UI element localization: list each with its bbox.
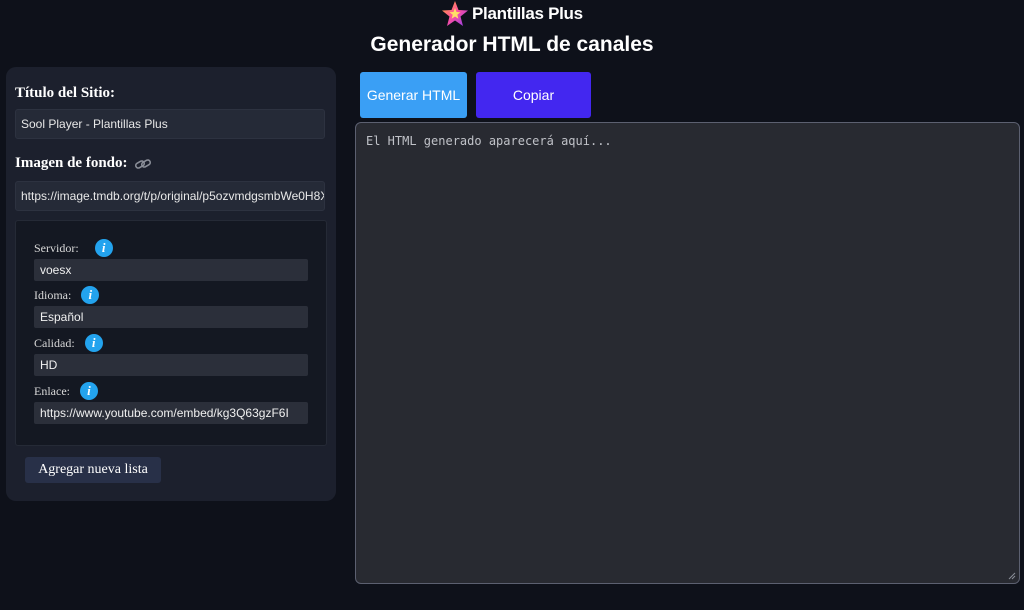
header: Plantillas Plus Generador HTML de canale… <box>0 0 1024 62</box>
site-title-label: Título del Sitio: <box>15 85 115 102</box>
language-input[interactable]: Español <box>34 306 308 328</box>
background-image-input[interactable]: https://image.tmdb.org/t/p/original/p5oz… <box>15 181 325 211</box>
site-title-label-text: Título del Sitio: <box>15 85 116 101</box>
logo: Plantillas Plus <box>440 0 583 28</box>
link-label: Enlace: i <box>34 382 98 400</box>
quality-label-text: Calidad: <box>34 335 75 350</box>
quality-label: Calidad: i <box>34 334 103 352</box>
html-output-textarea[interactable]: El HTML generado aparecerá aquí... <box>355 122 1020 584</box>
language-label: Idioma: i <box>34 286 100 304</box>
info-icon[interactable]: i <box>94 239 113 257</box>
background-image-label-text: Imagen de fondo: <box>15 155 128 171</box>
copy-button[interactable]: Copiar <box>476 72 591 118</box>
quality-input[interactable]: HD <box>34 354 308 376</box>
server-label-text: Servidor: <box>34 240 79 255</box>
info-icon[interactable]: i <box>81 286 100 304</box>
link-icon <box>134 158 151 169</box>
star-logo-icon <box>442 1 468 26</box>
page-title: Generador HTML de canales <box>370 33 654 56</box>
background-image-label: Imagen de fondo: <box>15 155 152 172</box>
settings-panel: Título del Sitio: Sool Player - Plantill… <box>6 67 336 501</box>
generate-html-button[interactable]: Generar HTML <box>360 72 467 118</box>
resize-grip-icon[interactable] <box>1008 572 1016 580</box>
server-label: Servidor: i <box>34 239 113 257</box>
logo-text: Plantillas Plus <box>472 4 583 23</box>
add-list-button[interactable]: Agregar nueva lista <box>25 457 161 483</box>
info-icon[interactable]: i <box>84 334 103 352</box>
server-input[interactable]: voesx <box>34 259 308 281</box>
output-placeholder: El HTML generado aparecerá aquí... <box>366 134 612 148</box>
info-icon[interactable]: i <box>79 382 98 400</box>
site-title-input[interactable]: Sool Player - Plantillas Plus <box>15 109 325 139</box>
server-entry: Servidor: i voesx Idioma: i Español Cali… <box>15 220 327 446</box>
language-label-text: Idioma: <box>34 287 72 302</box>
link-input[interactable]: https://www.youtube.com/embed/kg3Q63gzF6… <box>34 402 308 424</box>
link-label-text: Enlace: <box>34 383 70 398</box>
